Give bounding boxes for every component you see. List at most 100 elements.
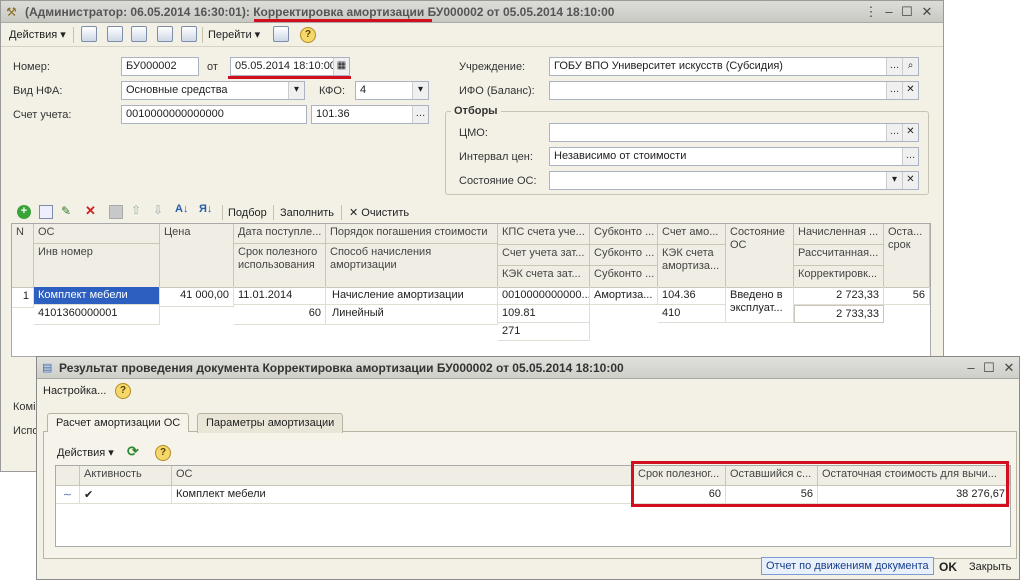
col-header-active[interactable]: Активность — [80, 466, 172, 486]
col-header-kek-cost[interactable]: КЭК счета зат... — [498, 266, 590, 288]
tab-params[interactable]: Параметры амортизации — [197, 413, 344, 433]
delete-row-icon[interactable]: ✕ — [85, 203, 96, 219]
ellipsis-icon[interactable]: … — [886, 82, 902, 99]
help-icon[interactable]: ? — [115, 383, 131, 399]
tab-calc[interactable]: Расчет амортизации ОС — [47, 413, 190, 432]
cell-date[interactable]: 11.01.2014 — [234, 287, 326, 305]
cell-charged[interactable]: 2 723,33 — [794, 287, 884, 305]
cell-os[interactable]: Комплект мебели — [34, 287, 160, 305]
col-header-os[interactable]: ОС — [172, 466, 634, 486]
result-actions-menu[interactable]: Действия ▾ — [57, 445, 114, 461]
cell-n[interactable]: 1 — [12, 288, 34, 308]
cell-life[interactable]: 60 — [234, 305, 326, 325]
search-icon[interactable]: ⌕ — [902, 58, 918, 75]
col-header-kps[interactable]: КПС счета уче... — [498, 224, 590, 245]
clear-icon[interactable]: ✕ — [902, 82, 918, 99]
col-header-corr[interactable]: Корректировк... — [794, 266, 884, 288]
col-header-inv[interactable]: Инв номер — [34, 244, 160, 288]
cell-sub1[interactable]: Амортиза... — [590, 287, 658, 305]
chevron-down-icon[interactable]: ▾ — [288, 82, 304, 99]
institution-field[interactable]: ГОБУ ВПО Университет искусств (Субсидия)… — [549, 57, 919, 76]
close-icon[interactable]: ✕ — [1001, 360, 1017, 376]
calendar-icon[interactable]: ▦ — [333, 58, 349, 75]
col-header-acc-cost[interactable]: Счет учета зат... — [498, 245, 590, 266]
col-header-sub2[interactable]: Субконто ... — [590, 245, 658, 266]
ellipsis-icon[interactable]: … — [886, 124, 902, 141]
dt-kt-icon[interactable] — [273, 26, 289, 42]
settings-button[interactable]: Настройка... — [43, 383, 106, 399]
post-and-close-icon[interactable] — [81, 26, 97, 42]
help-icon[interactable]: ? — [300, 27, 316, 43]
cell-os[interactable]: Комплект мебели — [172, 486, 634, 504]
col-header-sub3[interactable]: Субконто ... — [590, 266, 658, 288]
copy-row-icon[interactable] — [39, 205, 53, 219]
maximize-icon[interactable]: ☐ — [981, 360, 997, 376]
account-sub-field[interactable]: 101.36 … — [311, 105, 429, 124]
number-field[interactable]: БУ000002 — [121, 57, 199, 76]
cell-method[interactable]: Линейный — [326, 305, 498, 325]
col-header-price[interactable]: Цена — [160, 224, 234, 288]
cell-kek-am[interactable]: 410 — [658, 305, 726, 323]
ifo-field[interactable]: … ✕ — [549, 81, 919, 100]
cell-acc-am[interactable]: 104.36 — [658, 287, 726, 305]
col-header-calc[interactable]: Рассчитанная... — [794, 245, 884, 266]
post-icon[interactable] — [131, 26, 147, 42]
ellipsis-icon[interactable]: … — [412, 106, 428, 123]
cell-price[interactable]: 41 000,00 — [160, 287, 234, 307]
cell-acc-cost[interactable]: 109.81 — [498, 305, 590, 323]
maximize-icon[interactable]: ☐ — [899, 4, 915, 20]
actions-menu[interactable]: Действия ▾ — [9, 27, 66, 43]
chevron-down-icon[interactable]: ▾ — [412, 82, 428, 99]
menu-icon[interactable]: ⋮ — [863, 4, 879, 20]
col-header-order[interactable]: Порядок погашения стоимости — [326, 224, 498, 244]
cmo-field[interactable]: … ✕ — [549, 123, 919, 142]
cell-kek-cost[interactable]: 271 — [498, 323, 590, 341]
os-state-field[interactable]: ▾ ✕ — [549, 171, 919, 190]
col-header-kek-am[interactable]: КЭК счета амортиза... — [658, 245, 726, 288]
account-field[interactable]: 0010000000000000 — [121, 105, 307, 124]
kfo-select[interactable]: 4 ▾ — [355, 81, 429, 100]
end-edit-icon[interactable] — [109, 205, 123, 219]
report-button[interactable]: Отчет по движениям документа — [761, 557, 934, 575]
refresh-icon[interactable]: ⟳ — [127, 443, 139, 460]
col-header-os[interactable]: ОС — [34, 224, 160, 244]
chevron-down-icon[interactable]: ▾ — [886, 172, 902, 189]
sort-asc-icon[interactable]: A↓ — [175, 203, 188, 215]
ellipsis-icon[interactable]: … — [902, 148, 918, 165]
copy-doc-icon[interactable] — [157, 26, 173, 42]
sort-desc-icon[interactable]: Я↓ — [199, 203, 212, 215]
col-header-date[interactable]: Дата поступле... — [234, 224, 326, 244]
cell-rest[interactable]: 56 — [884, 287, 930, 305]
date-field[interactable]: 05.05.2014 18:10:00 ▦ — [230, 57, 350, 76]
close-button[interactable]: Закрыть — [969, 559, 1011, 575]
fill-button[interactable]: Заполнить — [280, 205, 334, 221]
goto-menu[interactable]: Перейти ▾ — [208, 27, 260, 43]
unpost-icon[interactable] — [181, 26, 197, 42]
save-icon[interactable] — [107, 26, 123, 42]
cell-active[interactable]: ✔ — [80, 486, 172, 504]
minimize-icon[interactable]: – — [963, 360, 979, 376]
price-interval-field[interactable]: Независимо от стоимости … — [549, 147, 919, 166]
col-header-sub1[interactable]: Субконто ... — [590, 224, 658, 245]
clear-icon[interactable]: ✕ — [902, 172, 918, 189]
ellipsis-icon[interactable]: … — [886, 58, 902, 75]
col-header-rest[interactable]: Оста... срок — [884, 224, 930, 288]
col-header-charged[interactable]: Начисленная ... — [794, 224, 884, 245]
close-icon[interactable]: ✕ — [919, 4, 935, 20]
col-header-life[interactable]: Срок полезного использования — [234, 244, 326, 288]
col-header-acc-am[interactable]: Счет амо... — [658, 224, 726, 245]
cell-state[interactable]: Введено в эксплуат... — [726, 287, 794, 323]
nfa-select[interactable]: Основные средства ▾ — [121, 81, 305, 100]
clear-button[interactable]: ✕ Очистить — [349, 205, 409, 221]
pick-button[interactable]: Подбор — [228, 205, 267, 221]
cell-kps[interactable]: 0010000000000... — [498, 287, 590, 305]
cell-order[interactable]: Начисление амортизации — [326, 287, 498, 305]
cell-calc[interactable]: 2 733,33 — [794, 305, 884, 323]
clear-icon[interactable]: ✕ — [902, 124, 918, 141]
col-header-state[interactable]: Состояние ОС — [726, 224, 794, 288]
minimize-icon[interactable]: – — [881, 4, 897, 20]
col-header-n[interactable]: N — [12, 224, 34, 288]
ok-button[interactable]: OK — [939, 559, 957, 575]
help-icon[interactable]: ? — [155, 445, 171, 461]
cell-inv[interactable]: 4101360000001 — [34, 305, 160, 325]
